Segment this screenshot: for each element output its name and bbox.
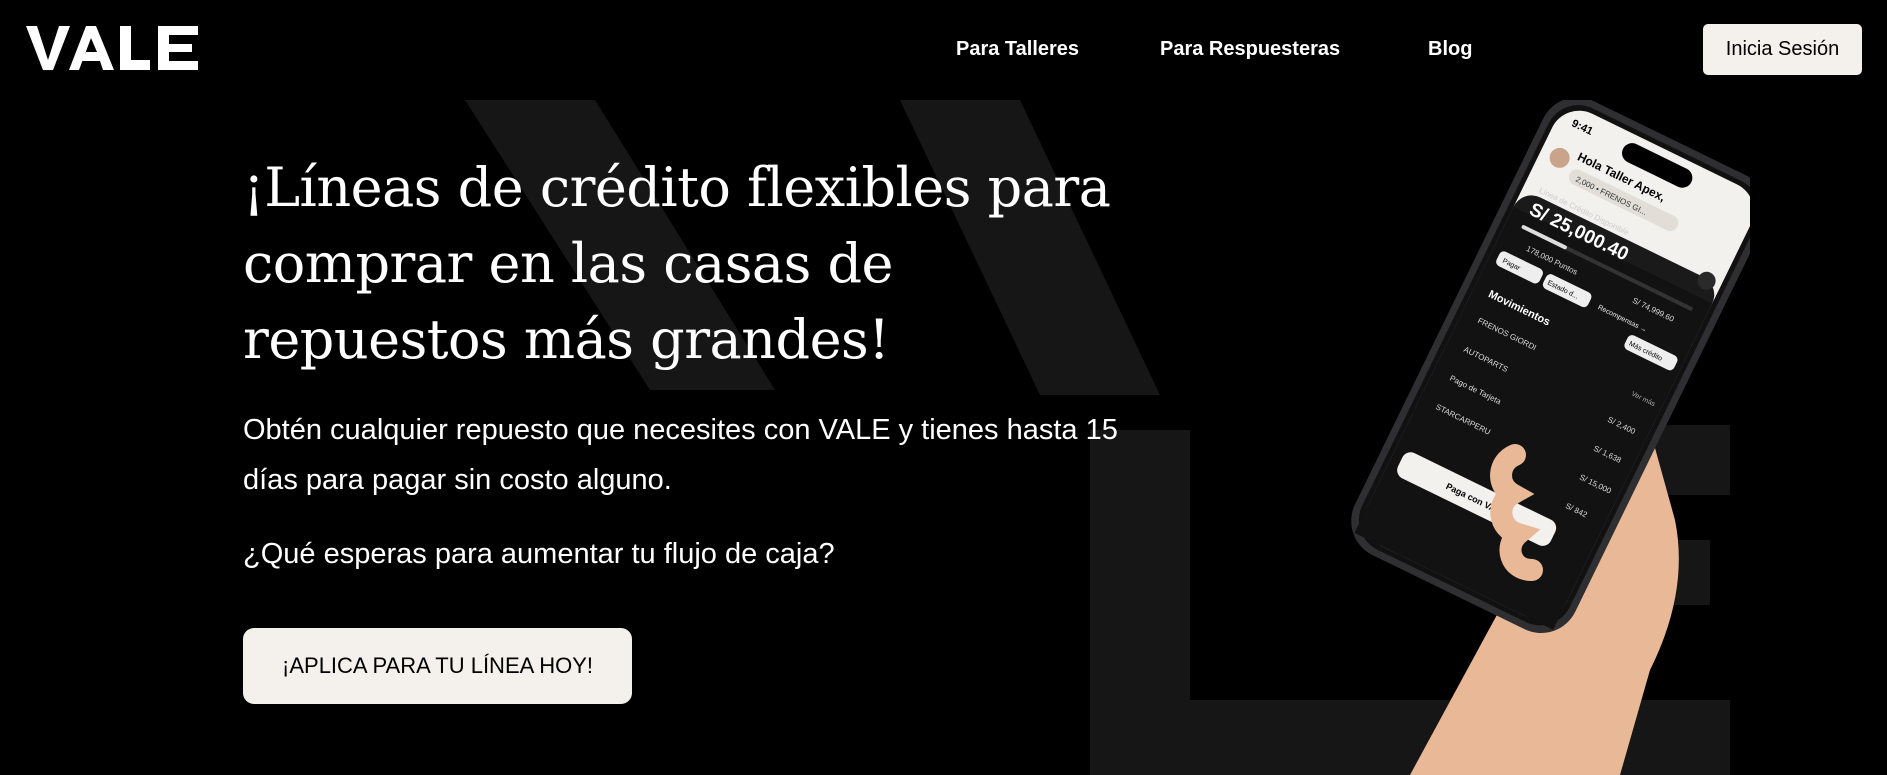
vale-logo[interactable] [26, 20, 202, 74]
apply-cta-button[interactable]: ¡APLICA PARA TU LÍNEA HOY! [243, 628, 632, 704]
nav-link-para-respuesteras[interactable]: Para Respuesteras [1160, 37, 1340, 61]
hero-section: ¡Líneas de crédito flexibles para compra… [243, 150, 1123, 378]
nav-link-blog[interactable]: Blog [1428, 37, 1472, 61]
phone-in-hand-image: 9:41 Hola Taller Apex, 2,000 • FRENOS GI… [1290, 100, 1750, 775]
hero-question: ¿Qué esperas para aumentar tu flujo de c… [243, 538, 835, 570]
login-button[interactable]: Inicia Sesión [1703, 24, 1862, 75]
site-header: Para Talleres Para Respuesteras Blog Ini… [0, 0, 1887, 100]
nav-link-para-talleres[interactable]: Para Talleres [956, 37, 1079, 61]
hero-description: Obtén cualquier repuesto que necesites c… [243, 414, 1118, 496]
hero-title: ¡Líneas de crédito flexibles para compra… [243, 156, 1111, 371]
